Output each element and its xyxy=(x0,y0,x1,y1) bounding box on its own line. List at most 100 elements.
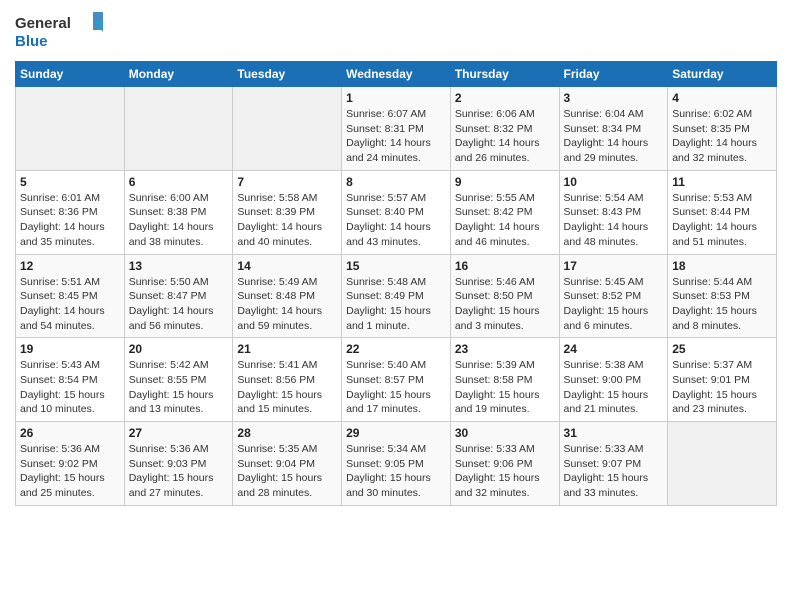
day-info: Sunrise: 5:55 AM Sunset: 8:42 PM Dayligh… xyxy=(455,191,555,250)
day-number: 26 xyxy=(20,426,120,440)
column-header-monday: Monday xyxy=(124,62,233,87)
day-info: Sunrise: 5:43 AM Sunset: 8:54 PM Dayligh… xyxy=(20,358,120,417)
day-cell: 1 Sunrise: 6:07 AM Sunset: 8:31 PM Daylig… xyxy=(342,87,451,171)
day-info: Sunrise: 5:50 AM Sunset: 8:47 PM Dayligh… xyxy=(129,275,229,334)
day-number: 1 xyxy=(346,91,446,105)
week-row-5: 26 Sunrise: 5:36 AM Sunset: 9:02 PM Dayli… xyxy=(16,422,777,506)
column-header-thursday: Thursday xyxy=(450,62,559,87)
day-cell: 4 Sunrise: 6:02 AM Sunset: 8:35 PM Daylig… xyxy=(668,87,777,171)
day-info: Sunrise: 6:07 AM Sunset: 8:31 PM Dayligh… xyxy=(346,107,446,166)
day-info: Sunrise: 5:53 AM Sunset: 8:44 PM Dayligh… xyxy=(672,191,772,250)
day-number: 8 xyxy=(346,175,446,189)
day-cell: 7 Sunrise: 5:58 AM Sunset: 8:39 PM Daylig… xyxy=(233,170,342,254)
day-info: Sunrise: 5:42 AM Sunset: 8:55 PM Dayligh… xyxy=(129,358,229,417)
day-number: 2 xyxy=(455,91,555,105)
day-info: Sunrise: 5:58 AM Sunset: 8:39 PM Dayligh… xyxy=(237,191,337,250)
day-info: Sunrise: 5:38 AM Sunset: 9:00 PM Dayligh… xyxy=(564,358,664,417)
day-cell: 31 Sunrise: 5:33 AM Sunset: 9:07 PM Dayli… xyxy=(559,422,668,506)
day-info: Sunrise: 6:01 AM Sunset: 8:36 PM Dayligh… xyxy=(20,191,120,250)
day-cell: 8 Sunrise: 5:57 AM Sunset: 8:40 PM Daylig… xyxy=(342,170,451,254)
column-header-saturday: Saturday xyxy=(668,62,777,87)
page-header: General Blue xyxy=(15,10,777,55)
day-info: Sunrise: 5:44 AM Sunset: 8:53 PM Dayligh… xyxy=(672,275,772,334)
day-info: Sunrise: 5:45 AM Sunset: 8:52 PM Dayligh… xyxy=(564,275,664,334)
logo-svg: General Blue xyxy=(15,10,105,55)
day-number: 17 xyxy=(564,259,664,273)
day-number: 3 xyxy=(564,91,664,105)
day-info: Sunrise: 5:39 AM Sunset: 8:58 PM Dayligh… xyxy=(455,358,555,417)
week-row-1: 1 Sunrise: 6:07 AM Sunset: 8:31 PM Daylig… xyxy=(16,87,777,171)
day-cell: 10Sunrise: 5:54 AM Sunset: 8:43 PM Dayli… xyxy=(559,170,668,254)
day-info: Sunrise: 5:37 AM Sunset: 9:01 PM Dayligh… xyxy=(672,358,772,417)
week-row-4: 19 Sunrise: 5:43 AM Sunset: 8:54 PM Dayli… xyxy=(16,338,777,422)
day-info: Sunrise: 5:41 AM Sunset: 8:56 PM Dayligh… xyxy=(237,358,337,417)
day-number: 23 xyxy=(455,342,555,356)
calendar-header: SundayMondayTuesdayWednesdayThursdayFrid… xyxy=(16,62,777,87)
day-info: Sunrise: 6:02 AM Sunset: 8:35 PM Dayligh… xyxy=(672,107,772,166)
day-cell: 14 Sunrise: 5:49 AM Sunset: 8:48 PM Dayli… xyxy=(233,254,342,338)
day-info: Sunrise: 5:57 AM Sunset: 8:40 PM Dayligh… xyxy=(346,191,446,250)
day-number: 19 xyxy=(20,342,120,356)
day-cell: 21 Sunrise: 5:41 AM Sunset: 8:56 PM Dayli… xyxy=(233,338,342,422)
day-number: 4 xyxy=(672,91,772,105)
day-number: 24 xyxy=(564,342,664,356)
day-number: 5 xyxy=(20,175,120,189)
day-info: Sunrise: 5:49 AM Sunset: 8:48 PM Dayligh… xyxy=(237,275,337,334)
day-cell: 3 Sunrise: 6:04 AM Sunset: 8:34 PM Daylig… xyxy=(559,87,668,171)
day-info: Sunrise: 5:35 AM Sunset: 9:04 PM Dayligh… xyxy=(237,442,337,501)
day-info: Sunrise: 5:33 AM Sunset: 9:07 PM Dayligh… xyxy=(564,442,664,501)
day-cell: 30 Sunrise: 5:33 AM Sunset: 9:06 PM Dayli… xyxy=(450,422,559,506)
day-number: 25 xyxy=(672,342,772,356)
day-cell xyxy=(668,422,777,506)
header-row: SundayMondayTuesdayWednesdayThursdayFrid… xyxy=(16,62,777,87)
day-cell: 12 Sunrise: 5:51 AM Sunset: 8:45 PM Dayli… xyxy=(16,254,125,338)
day-cell: 11Sunrise: 5:53 AM Sunset: 8:44 PM Dayli… xyxy=(668,170,777,254)
day-number: 13 xyxy=(129,259,229,273)
column-header-tuesday: Tuesday xyxy=(233,62,342,87)
day-cell: 19 Sunrise: 5:43 AM Sunset: 8:54 PM Dayli… xyxy=(16,338,125,422)
day-cell: 29Sunrise: 5:34 AM Sunset: 9:05 PM Dayli… xyxy=(342,422,451,506)
day-info: Sunrise: 5:54 AM Sunset: 8:43 PM Dayligh… xyxy=(564,191,664,250)
day-number: 15 xyxy=(346,259,446,273)
day-number: 31 xyxy=(564,426,664,440)
day-number: 7 xyxy=(237,175,337,189)
day-cell: 26 Sunrise: 5:36 AM Sunset: 9:02 PM Dayli… xyxy=(16,422,125,506)
day-cell: 13 Sunrise: 5:50 AM Sunset: 8:47 PM Dayli… xyxy=(124,254,233,338)
day-cell: 27Sunrise: 5:36 AM Sunset: 9:03 PM Dayli… xyxy=(124,422,233,506)
day-number: 27 xyxy=(129,426,229,440)
week-row-3: 12 Sunrise: 5:51 AM Sunset: 8:45 PM Dayli… xyxy=(16,254,777,338)
day-cell: 18 Sunrise: 5:44 AM Sunset: 8:53 PM Dayli… xyxy=(668,254,777,338)
day-info: Sunrise: 5:33 AM Sunset: 9:06 PM Dayligh… xyxy=(455,442,555,501)
day-info: Sunrise: 6:06 AM Sunset: 8:32 PM Dayligh… xyxy=(455,107,555,166)
day-info: Sunrise: 5:46 AM Sunset: 8:50 PM Dayligh… xyxy=(455,275,555,334)
day-number: 12 xyxy=(20,259,120,273)
week-row-2: 5 Sunrise: 6:01 AM Sunset: 8:36 PM Daylig… xyxy=(16,170,777,254)
day-cell: 28Sunrise: 5:35 AM Sunset: 9:04 PM Dayli… xyxy=(233,422,342,506)
day-cell: 25 Sunrise: 5:37 AM Sunset: 9:01 PM Dayli… xyxy=(668,338,777,422)
day-cell: 16Sunrise: 5:46 AM Sunset: 8:50 PM Dayli… xyxy=(450,254,559,338)
day-number: 18 xyxy=(672,259,772,273)
column-header-wednesday: Wednesday xyxy=(342,62,451,87)
day-info: Sunrise: 6:04 AM Sunset: 8:34 PM Dayligh… xyxy=(564,107,664,166)
calendar-body: 1 Sunrise: 6:07 AM Sunset: 8:31 PM Daylig… xyxy=(16,87,777,506)
day-number: 6 xyxy=(129,175,229,189)
day-info: Sunrise: 5:36 AM Sunset: 9:02 PM Dayligh… xyxy=(20,442,120,501)
day-number: 29 xyxy=(346,426,446,440)
day-number: 9 xyxy=(455,175,555,189)
day-info: Sunrise: 5:40 AM Sunset: 8:57 PM Dayligh… xyxy=(346,358,446,417)
day-info: Sunrise: 6:00 AM Sunset: 8:38 PM Dayligh… xyxy=(129,191,229,250)
day-number: 30 xyxy=(455,426,555,440)
day-cell xyxy=(16,87,125,171)
day-number: 22 xyxy=(346,342,446,356)
day-info: Sunrise: 5:51 AM Sunset: 8:45 PM Dayligh… xyxy=(20,275,120,334)
column-header-sunday: Sunday xyxy=(16,62,125,87)
day-number: 14 xyxy=(237,259,337,273)
day-cell: 5 Sunrise: 6:01 AM Sunset: 8:36 PM Daylig… xyxy=(16,170,125,254)
day-cell: 24 Sunrise: 5:38 AM Sunset: 9:00 PM Dayli… xyxy=(559,338,668,422)
day-number: 21 xyxy=(237,342,337,356)
day-cell xyxy=(124,87,233,171)
column-header-friday: Friday xyxy=(559,62,668,87)
day-info: Sunrise: 5:48 AM Sunset: 8:49 PM Dayligh… xyxy=(346,275,446,334)
day-cell: 20Sunrise: 5:42 AM Sunset: 8:55 PM Dayli… xyxy=(124,338,233,422)
day-cell: 2 Sunrise: 6:06 AM Sunset: 8:32 PM Daylig… xyxy=(450,87,559,171)
